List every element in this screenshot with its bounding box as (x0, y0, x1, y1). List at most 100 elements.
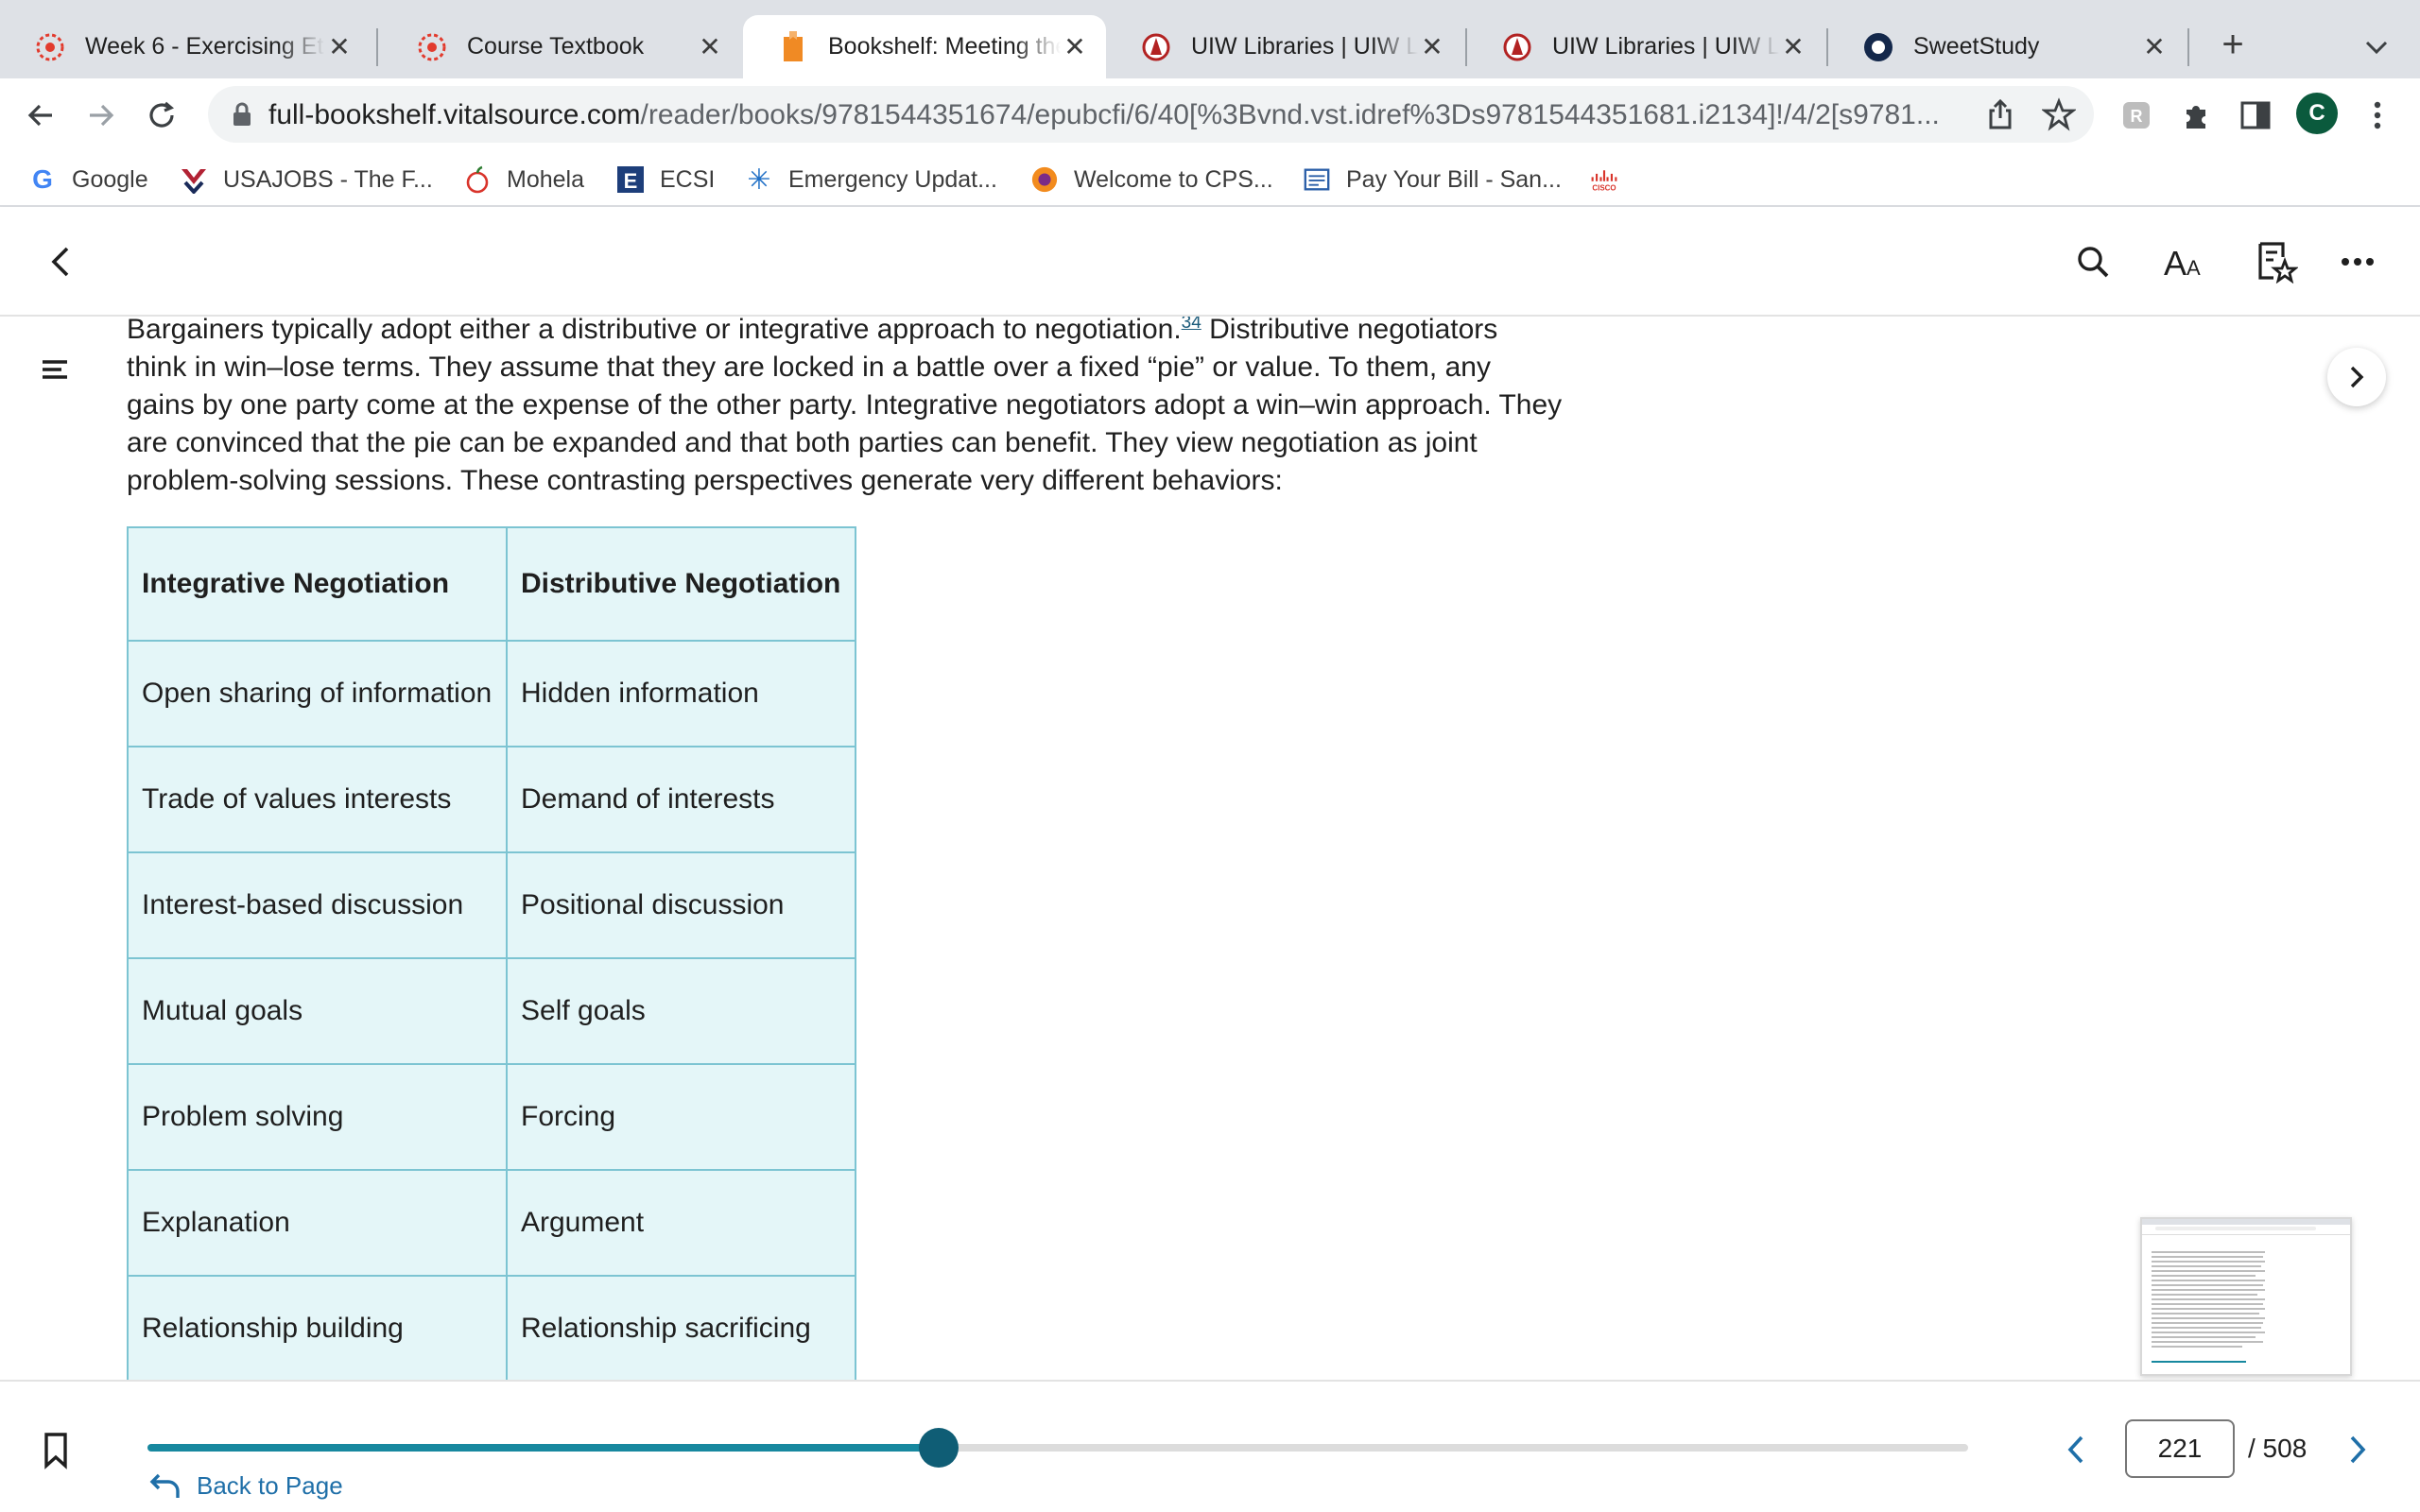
reload-icon[interactable] (142, 95, 182, 135)
tab-close-icon[interactable]: ✕ (325, 32, 354, 61)
bookmark-star-icon[interactable] (2040, 97, 2078, 131)
tab-strip: Week 6 - Exercising Et ✕ Course Textbook… (0, 0, 2420, 78)
svg-text:R: R (2131, 107, 2143, 126)
page-progress-slider[interactable] (147, 1428, 1968, 1468)
reader-content: Bargainers typically adopt either a dist… (0, 317, 2420, 1380)
table-cell: Interest-based discussion (127, 851, 508, 959)
table-row: Relationship building Relationship sacri… (127, 1275, 856, 1380)
tab-close-icon[interactable]: ✕ (1418, 32, 1446, 61)
text-size-icon[interactable]: AA (2157, 235, 2210, 288)
bookmark-label: USAJOBS - The F... (223, 165, 433, 193)
cps-icon (1030, 165, 1059, 194)
table-row: Mutual goals Self goals (127, 957, 856, 1065)
bookmark-ecsi[interactable]: E ECSI (616, 162, 715, 198)
table-header-row: Integrative Negotiation Distributive Neg… (127, 526, 856, 642)
snowflake-icon: ✳ (747, 163, 771, 196)
url-path: /reader/books/9781544351674/epubcfi/6/40… (640, 99, 1940, 130)
bookmark-emergency-updates[interactable]: ✳ Emergency Updat... (745, 162, 997, 198)
back-to-page-label: Back to Page (197, 1470, 343, 1500)
side-panel-icon[interactable] (2238, 97, 2273, 133)
paragraph-text-before: Bargainers typically adopt either a dist… (127, 317, 1182, 345)
table-cell: Open sharing of information (127, 640, 508, 747)
svg-text:A: A (2187, 256, 2201, 280)
previous-page-chevron-icon[interactable] (2055, 1429, 2097, 1470)
bookmark-google[interactable]: G Google (28, 162, 148, 198)
extension-icon[interactable]: R (2118, 97, 2154, 133)
bookmark-label: Welcome to CPS... (1074, 165, 1273, 193)
svg-text:CISCO: CISCO (1592, 183, 1616, 192)
next-page-chevron-icon[interactable] (2327, 348, 2386, 406)
tab-close-icon[interactable]: ✕ (1061, 32, 1089, 61)
bookmark-label: Emergency Updat... (788, 165, 997, 193)
table-row: Open sharing of information Hidden infor… (127, 640, 856, 747)
tab-uiw-libraries-1[interactable]: UIW Libraries | UIW Lib ✕ (1106, 15, 1463, 78)
bookmark-label: Google (72, 165, 148, 193)
table-cell: Positional discussion (506, 851, 856, 959)
tab-close-icon[interactable]: ✕ (2140, 32, 2169, 61)
progress-fill (147, 1444, 939, 1452)
usajobs-icon (180, 165, 208, 194)
bookmark-cisco[interactable]: CISCO (1590, 162, 1634, 198)
uiw-icon (1501, 31, 1533, 63)
page-number-input[interactable] (2125, 1419, 2235, 1478)
table-row: Interest-based discussion Positional dis… (127, 851, 856, 959)
tab-course-textbook[interactable]: Course Textbook ✕ (382, 15, 741, 78)
address-bar[interactable]: full-bookshelf.vitalsource.com/reader/bo… (208, 86, 2094, 143)
notes-star-icon[interactable] (2250, 235, 2303, 288)
bookmark-cps[interactable]: Welcome to CPS... (1030, 162, 1273, 198)
share-icon[interactable] (1983, 97, 2017, 131)
cisco-icon: CISCO (1590, 165, 1618, 194)
bookmark-pay-your-bill[interactable]: Pay Your Bill - San... (1303, 162, 1562, 198)
uiw-icon (1140, 31, 1172, 63)
table-cell: Explanation (127, 1169, 508, 1277)
tab-separator (2187, 28, 2189, 66)
tab-title: Bookshelf: Meeting the (828, 33, 1061, 60)
reader-footer: Back to Page / 508 (0, 1380, 2420, 1512)
table-cell: Argument (506, 1169, 856, 1277)
tab-uiw-libraries-2[interactable]: UIW Libraries | UIW Lib ✕ (1467, 15, 1824, 78)
table-row: Trade of values interests Demand of inte… (127, 746, 856, 853)
mohela-icon (463, 165, 492, 194)
table-cell: Problem solving (127, 1063, 508, 1171)
column-header-integrative: Integrative Negotiation (127, 526, 508, 642)
tab-close-icon[interactable]: ✕ (1779, 32, 1807, 61)
back-arrow-icon[interactable] (21, 95, 60, 135)
tab-search-chevron-icon[interactable] (2360, 30, 2394, 64)
back-chevron-icon[interactable] (34, 235, 87, 288)
url-host: full-bookshelf.vitalsource.com (268, 99, 641, 130)
bookmarks-bar: G Google USAJOBS - The F... Mohela E ECS… (0, 152, 2420, 207)
table-cell: Trade of values interests (127, 746, 508, 853)
back-to-page-link[interactable]: Back to Page (149, 1467, 343, 1504)
tab-close-icon[interactable]: ✕ (696, 32, 724, 61)
profile-avatar[interactable]: C (2296, 93, 2338, 134)
svg-text:E: E (624, 169, 638, 193)
tab-sweetstudy[interactable]: SweetStudy ✕ (1828, 15, 2186, 78)
total-pages: / 508 (2248, 1434, 2308, 1463)
next-page-arrow-icon[interactable] (2337, 1429, 2378, 1470)
lock-icon[interactable] (229, 101, 255, 128)
table-cell: Relationship building (127, 1275, 508, 1380)
bookmark-ribbon-icon[interactable] (42, 1432, 79, 1473)
tab-bookshelf[interactable]: Bookshelf: Meeting the ✕ (743, 15, 1106, 78)
progress-slider-handle[interactable] (918, 1428, 959, 1468)
bookmark-mohela[interactable]: Mohela (463, 162, 584, 198)
kebab-menu-icon[interactable] (2360, 97, 2395, 133)
puzzle-extensions-icon[interactable] (2178, 97, 2214, 133)
more-options-icon[interactable] (2331, 235, 2384, 288)
table-cell: Forcing (506, 1063, 856, 1171)
bookmark-usajobs[interactable]: USAJOBS - The F... (180, 162, 433, 198)
screenshot-thumbnail[interactable] (2140, 1217, 2352, 1376)
table-cell: Mutual goals (127, 957, 508, 1065)
tab-title: UIW Libraries | UIW Lib (1552, 33, 1779, 60)
canvas-star-icon (34, 31, 66, 63)
new-tab-button[interactable]: + (2212, 25, 2254, 66)
tab-week6[interactable]: Week 6 - Exercising Et ✕ (0, 15, 371, 78)
svg-text:A: A (2164, 244, 2187, 281)
footnote-link[interactable]: 34 (1182, 317, 1201, 333)
tab-title: UIW Libraries | UIW Lib (1191, 33, 1418, 60)
table-of-contents-icon[interactable] (40, 354, 81, 396)
forward-arrow-icon[interactable] (81, 95, 121, 135)
bill-icon (1303, 165, 1331, 194)
tab-title: Course Textbook (467, 33, 645, 60)
search-icon[interactable] (2066, 235, 2119, 288)
